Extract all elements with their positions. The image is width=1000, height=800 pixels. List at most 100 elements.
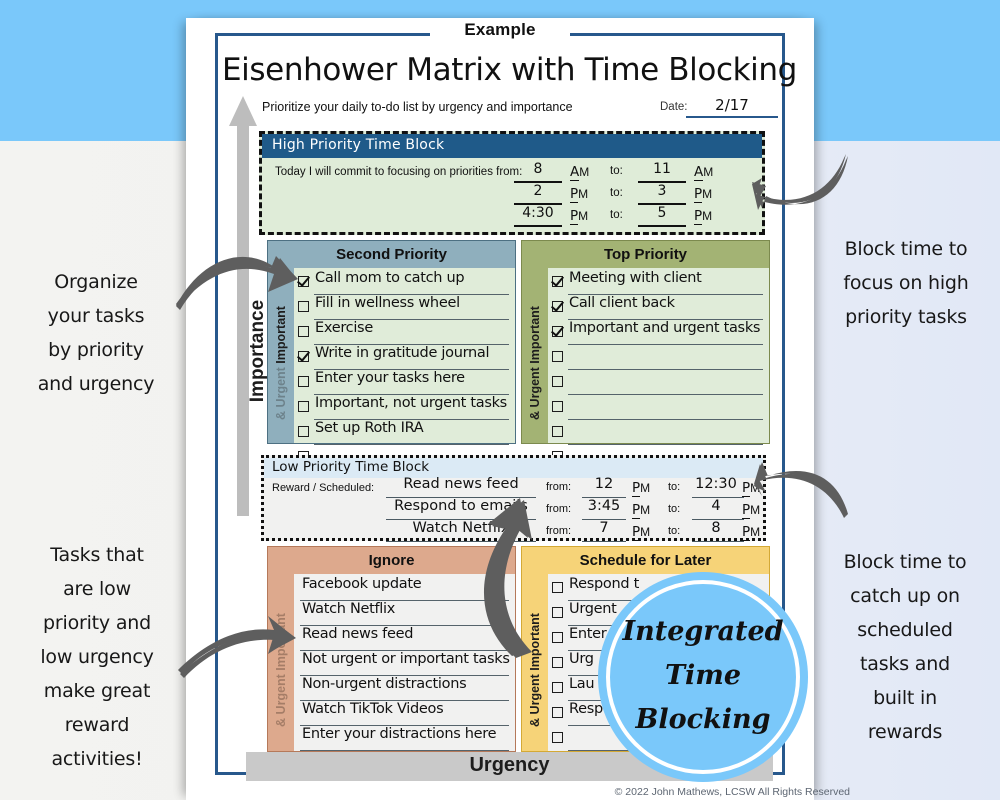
to-ampm[interactable]: PM xyxy=(694,186,712,203)
annotation-line: are low xyxy=(63,578,131,600)
task-text[interactable]: Fill in wellness wheel xyxy=(315,295,507,311)
from-time-value[interactable]: 2 xyxy=(514,183,562,199)
from-ampm[interactable]: PM xyxy=(632,502,650,519)
from-ampm[interactable]: PM xyxy=(632,524,650,541)
annotation-line: focus on high xyxy=(843,272,969,294)
task-text[interactable]: Important and urgent tasks xyxy=(569,320,761,336)
task-checkbox[interactable] xyxy=(552,376,563,387)
task-row[interactable]: Call client back xyxy=(552,295,763,322)
annotation-bottom-right: Block time to catch up on scheduled tasks a… xyxy=(812,545,998,749)
task-row[interactable]: Important and urgent tasks xyxy=(552,320,763,347)
task-row[interactable]: Fill in wellness wheel xyxy=(298,295,509,322)
task-checkbox[interactable] xyxy=(298,401,309,412)
task-row[interactable]: Set up Roth IRA xyxy=(298,420,509,447)
annotation-top-left: Organize your tasks by priority and urgency xyxy=(6,265,186,401)
from-ampm[interactable]: AM xyxy=(570,164,589,181)
task-checkbox[interactable] xyxy=(298,376,309,387)
from-ampm[interactable]: PM xyxy=(632,480,650,497)
low-priority-header-text: Low Priority Time Block xyxy=(272,459,430,475)
task-underline xyxy=(568,393,763,395)
annotation-bottom-left: Tasks that are low priority and low urgency… xyxy=(6,538,188,776)
task-checkbox[interactable] xyxy=(298,326,309,337)
task-text[interactable]: Write in gratitude journal xyxy=(315,345,507,361)
task-text[interactable]: Important, not urgent tasks xyxy=(315,395,507,411)
task-checkbox[interactable] xyxy=(552,426,563,437)
task-checkbox[interactable] xyxy=(552,657,563,668)
task-row[interactable] xyxy=(552,422,763,447)
task-checkbox[interactable] xyxy=(552,707,563,718)
to-time-value[interactable]: 11 xyxy=(638,161,686,177)
from-time-value[interactable]: 4:30 xyxy=(514,205,562,221)
task-text[interactable]: Call mom to catch up xyxy=(315,270,507,286)
task-text[interactable]: Enter your distractions here xyxy=(302,726,507,742)
task-row[interactable]: Exercise xyxy=(298,320,509,347)
from-time-underline xyxy=(514,225,562,227)
task-checkbox[interactable] xyxy=(552,326,563,337)
task-text[interactable]: Watch TikTok Videos xyxy=(302,701,507,717)
task-checkbox[interactable] xyxy=(552,401,563,412)
from-time-value[interactable]: 7 xyxy=(580,520,628,536)
to-ampm[interactable]: AM xyxy=(694,164,713,181)
side-faded-text: & Urgent xyxy=(274,366,288,420)
task-checkbox[interactable] xyxy=(298,301,309,312)
task-checkbox[interactable] xyxy=(552,301,563,312)
annotation-line: low urgency xyxy=(40,646,154,668)
task-checkbox[interactable] xyxy=(552,682,563,693)
badge-line-1: Integrated xyxy=(622,616,784,647)
from-ampm[interactable]: PM xyxy=(570,186,588,203)
task-checkbox[interactable] xyxy=(298,351,309,362)
from-time-value[interactable]: 8 xyxy=(514,161,562,177)
annotation-line: by priority xyxy=(48,339,144,361)
to-time-value[interactable]: 4 xyxy=(688,498,744,514)
from-ampm[interactable]: PM xyxy=(570,208,588,225)
task-row[interactable] xyxy=(552,397,763,422)
task-text[interactable]: Meeting with client xyxy=(569,270,761,286)
annotation-line: Tasks that xyxy=(50,544,144,566)
task-checkbox[interactable] xyxy=(552,351,563,362)
task-checkbox[interactable] xyxy=(552,276,563,287)
side-faded-text: & Urgent xyxy=(274,673,288,727)
task-underline xyxy=(568,343,763,345)
task-row[interactable] xyxy=(552,347,763,372)
reward-task-value[interactable]: Read news feed xyxy=(386,476,536,492)
annotation-line: catch up on xyxy=(850,585,960,607)
task-checkbox[interactable] xyxy=(298,426,309,437)
task-checkbox[interactable] xyxy=(552,732,563,743)
page-title: Eisenhower Matrix with Time Blocking xyxy=(222,52,797,88)
task-text[interactable]: Enter your tasks here xyxy=(315,370,507,386)
task-underline xyxy=(314,443,509,445)
to-label: to: xyxy=(610,209,623,221)
task-text[interactable]: Exercise xyxy=(315,320,507,336)
from-time-value[interactable]: 3:45 xyxy=(580,498,628,514)
copyright-text: © 2022 John Mathews, LCSW All Rights Res… xyxy=(614,786,850,798)
task-row[interactable] xyxy=(552,372,763,397)
task-row[interactable]: Watch TikTok Videos xyxy=(298,701,509,728)
annotation-line: tasks and xyxy=(860,653,950,675)
example-caption: Example xyxy=(215,20,785,40)
page-subtitle: Prioritize your daily to-do list by urge… xyxy=(262,100,573,114)
to-time-value[interactable]: 8 xyxy=(688,520,744,536)
to-ampm[interactable]: PM xyxy=(742,524,760,541)
task-text[interactable]: Non-urgent distractions xyxy=(302,676,507,692)
to-ampm[interactable]: PM xyxy=(694,208,712,225)
date-value[interactable]: 2/17 xyxy=(686,96,778,114)
to-time-value[interactable]: 5 xyxy=(638,205,686,221)
task-text[interactable]: Call client back xyxy=(569,295,761,311)
to-time-value[interactable]: 12:30 xyxy=(688,476,744,492)
annotation-line: rewards xyxy=(867,721,943,743)
task-row[interactable]: Call mom to catch up xyxy=(298,270,509,297)
callout-arrow-bottom-left xyxy=(178,616,296,678)
task-checkbox[interactable] xyxy=(298,276,309,287)
task-row[interactable]: Enter your tasks here xyxy=(298,370,509,397)
task-row[interactable]: Non-urgent distractions xyxy=(298,676,509,703)
to-time-value[interactable]: 3 xyxy=(638,183,686,199)
task-row[interactable]: Meeting with client xyxy=(552,270,763,297)
task-row[interactable]: Write in gratitude journal xyxy=(298,345,509,372)
to-label: to: xyxy=(610,165,623,177)
example-rule-right xyxy=(570,33,785,36)
task-row[interactable]: Important, not urgent tasks xyxy=(298,395,509,422)
from-time-value[interactable]: 12 xyxy=(580,476,628,492)
task-text[interactable]: Set up Roth IRA xyxy=(315,420,507,436)
task-row[interactable]: Enter your distractions here xyxy=(298,726,509,753)
callout-arrow-top-right xyxy=(752,154,848,210)
